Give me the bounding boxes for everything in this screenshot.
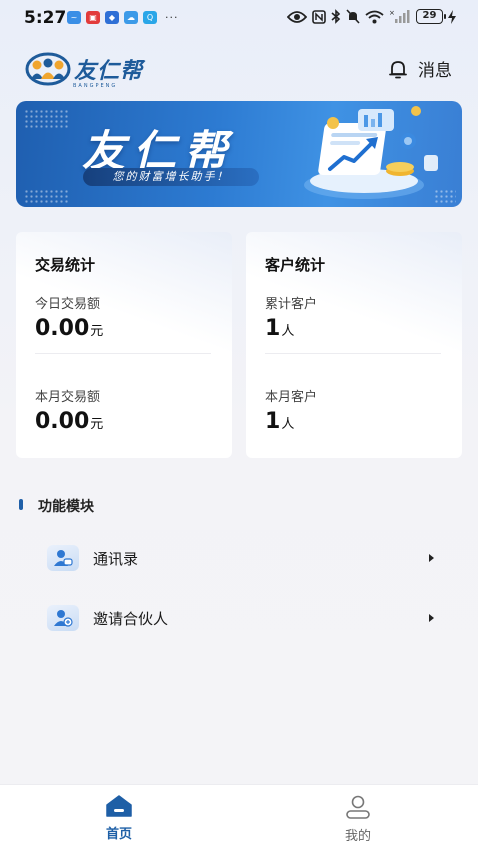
search-notification-icon: Q xyxy=(143,11,157,24)
chevron-right-icon xyxy=(429,554,434,562)
banner-dot-pattern xyxy=(24,189,68,203)
trade-stats-card: 交易统计 今日交易额 0.00元 本月交易额 0.00元 xyxy=(16,232,232,458)
cloud-notification-icon: ☁ xyxy=(124,11,138,24)
eye-icon xyxy=(287,10,307,23)
card-divider xyxy=(35,353,211,354)
bottom-tab-bar: 首页 我的 xyxy=(0,784,478,850)
total-customers-label: 累计客户 xyxy=(265,297,318,312)
finance-chart-illustration xyxy=(304,106,438,199)
nfc-icon xyxy=(312,9,326,24)
tab-mine-label: 我的 xyxy=(344,829,371,844)
menu-label-contacts: 通讯录 xyxy=(93,549,139,568)
messages-label: 消息 xyxy=(418,61,452,81)
month-trade-unit: 元 xyxy=(90,417,104,432)
contacts-icon xyxy=(47,545,79,571)
shop-notification-icon: ▣ xyxy=(86,11,100,24)
month-customers-value-group: 1人 xyxy=(265,409,294,434)
card-divider xyxy=(265,353,441,354)
total-customers-value: 1 xyxy=(265,316,281,341)
invite-partner-icon xyxy=(47,605,79,631)
logo-subtext: BANGPENG xyxy=(73,83,118,89)
more-notifications-icon: ··· xyxy=(165,11,179,24)
bell-icon xyxy=(389,60,407,78)
month-trade-label: 本月交易额 xyxy=(35,390,101,405)
logo-text: 友仁帮 xyxy=(74,58,144,84)
mute-icon xyxy=(346,9,360,24)
status-bar: 5:27 ~ ▣ ◆ ☁ Q ··· × 29 xyxy=(0,0,478,36)
month-customers-label: 本月客户 xyxy=(265,390,318,405)
signal-icon: × xyxy=(389,9,410,23)
charging-icon xyxy=(448,9,456,24)
battery-indicator: 29 xyxy=(416,9,446,24)
app-notification-icon: ~ xyxy=(67,11,81,24)
system-icons: × 29 xyxy=(287,9,456,24)
month-trade-value: 0.00 xyxy=(35,409,90,434)
today-trade-label: 今日交易额 xyxy=(35,297,101,312)
total-customers-unit: 人 xyxy=(281,324,295,339)
banner-dot-pattern xyxy=(24,109,68,129)
svg-text:×: × xyxy=(389,9,395,17)
notification-icons: ~ ▣ ◆ ☁ Q ··· xyxy=(67,11,179,24)
menu-item-contacts[interactable]: 通讯录 xyxy=(46,540,438,576)
tab-home[interactable]: 首页 xyxy=(69,795,169,845)
status-time: 5:27 xyxy=(24,8,67,28)
today-trade-value-group: 0.00元 xyxy=(35,316,103,341)
customer-stats-card: 客户统计 累计客户 1人 本月客户 1人 xyxy=(246,232,462,458)
trade-stats-title: 交易统计 xyxy=(35,256,96,274)
tab-mine[interactable]: 我的 xyxy=(308,795,408,845)
month-customers-value: 1 xyxy=(265,409,281,434)
home-icon xyxy=(106,795,132,817)
menu-item-invite-partner[interactable]: 邀请合伙人 xyxy=(46,600,438,636)
promo-banner[interactable]: 友仁帮 您的财富增长助手！ xyxy=(16,101,462,207)
app-logo: 友仁帮 BANGPENG xyxy=(25,52,144,89)
today-trade-unit: 元 xyxy=(90,324,104,339)
messages-button[interactable]: 消息 xyxy=(387,56,452,81)
modules-section-title: 功能模块 xyxy=(38,499,94,515)
section-marker xyxy=(19,499,23,510)
month-trade-value-group: 0.00元 xyxy=(35,409,103,434)
user-icon xyxy=(346,795,370,819)
total-customers-value-group: 1人 xyxy=(265,316,294,341)
app-header: 友仁帮 BANGPENG 消息 xyxy=(0,44,478,94)
tab-home-label: 首页 xyxy=(105,827,132,842)
banner-slogan: 您的财富增长助手！ xyxy=(83,168,259,186)
month-customers-unit: 人 xyxy=(281,417,295,432)
today-trade-value: 0.00 xyxy=(35,316,90,341)
wifi-icon xyxy=(365,10,384,23)
bluetooth-icon xyxy=(331,9,341,24)
logo-people-icon xyxy=(25,52,71,86)
chevron-right-icon xyxy=(429,614,434,622)
menu-label-invite-partner: 邀请合伙人 xyxy=(93,609,169,628)
customer-stats-title: 客户统计 xyxy=(265,256,326,274)
shield-notification-icon: ◆ xyxy=(105,11,119,24)
